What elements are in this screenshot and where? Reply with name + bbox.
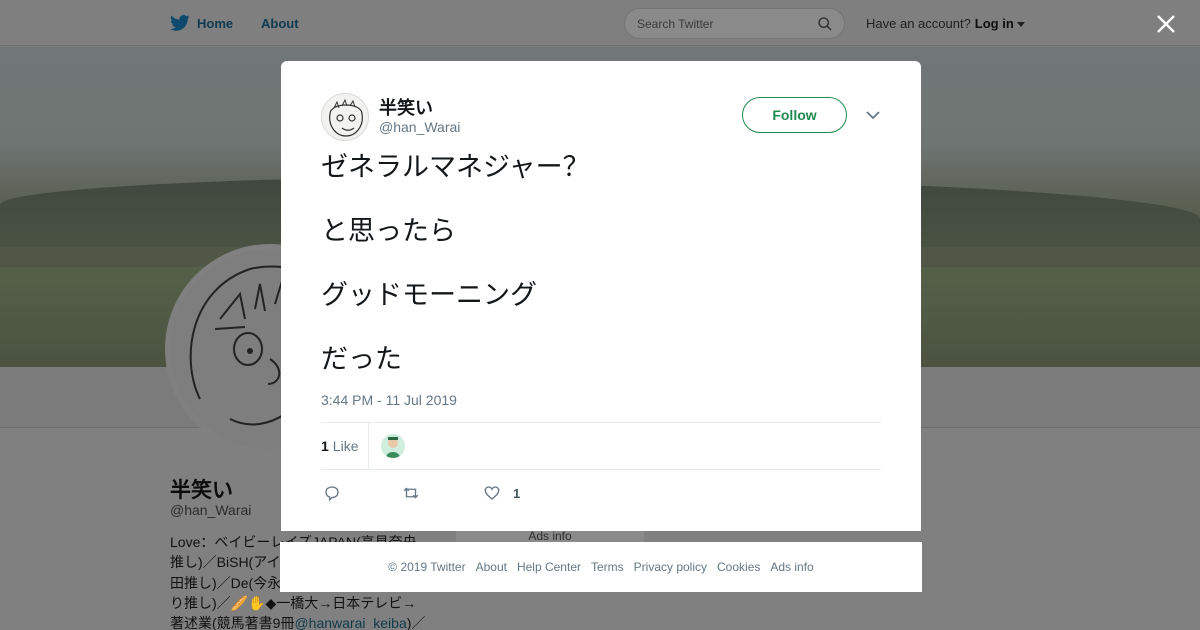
search-input[interactable]: Search Twitter xyxy=(624,8,845,39)
footer-about-link[interactable]: About xyxy=(476,560,507,574)
reply-icon xyxy=(325,486,339,502)
retweet-icon xyxy=(403,487,419,499)
author-handle[interactable]: @han_Warai xyxy=(379,119,460,135)
twitter-bird-icon xyxy=(170,14,190,31)
reply-button[interactable] xyxy=(323,481,341,505)
footer-terms-link[interactable]: Terms xyxy=(591,560,624,574)
follow-button[interactable]: Follow xyxy=(742,97,847,133)
liker-avatar-drawing xyxy=(381,434,405,458)
author-avatar-drawing xyxy=(329,98,363,137)
tweet-line: と思ったら xyxy=(321,216,456,246)
modal-footer: © 2019 Twitter About Help Center Terms P… xyxy=(280,542,922,592)
tweet-line: ゼネラルマネジャー？ xyxy=(321,152,590,182)
tweet-text: ゼネラルマネジャー？ と思ったら グッドモーニング だった xyxy=(321,151,881,375)
nav-about-link[interactable]: About xyxy=(261,0,299,46)
profile-handle[interactable]: @han_Warai xyxy=(170,502,251,518)
bio-line: 田推し)／De(今永 xyxy=(170,574,282,591)
top-navigation-bar: Home About Search Twitter Have an accoun… xyxy=(0,0,1200,46)
heart-icon xyxy=(484,486,500,500)
login-link[interactable]: Log in xyxy=(975,16,1014,31)
tweet-stats: 1 Like xyxy=(321,422,881,470)
like-button[interactable]: 1 xyxy=(483,481,520,505)
tweet-line: だった xyxy=(321,344,402,374)
close-icon[interactable] xyxy=(1154,12,1178,36)
account-prompt: Have an account? xyxy=(866,15,971,31)
author-name[interactable]: 半笑い xyxy=(379,94,433,120)
likes-count[interactable]: 1 Like xyxy=(321,423,369,469)
likes-label: Like xyxy=(332,438,359,454)
likes-number: 1 xyxy=(321,438,329,454)
chevron-down-icon[interactable] xyxy=(1016,21,1025,27)
search-placeholder: Search Twitter xyxy=(637,16,714,31)
bio-line: 推し)／BiSH(アイ xyxy=(170,554,281,571)
tweet-line: グッドモーニング xyxy=(321,280,537,310)
search-icon[interactable] xyxy=(817,16,833,32)
account-area: Have an account? Log in xyxy=(866,0,1025,46)
nav-home-label: Home xyxy=(197,15,234,31)
like-action-count: 1 xyxy=(513,485,521,501)
author-avatar[interactable] xyxy=(321,93,369,141)
liker-avatar[interactable] xyxy=(381,434,405,458)
footer-cookies-link[interactable]: Cookies xyxy=(717,560,760,574)
bio-mention-link[interactable]: @hanwarai_keiba xyxy=(294,615,406,630)
footer-copyright: © 2019 Twitter xyxy=(388,560,466,574)
bio-line: り推し)／🥖✋◆一橋大→日本テレビ→ xyxy=(170,594,417,611)
bio-tail: )／ xyxy=(406,615,426,630)
footer-ads-link[interactable]: Ads info xyxy=(770,560,813,574)
tweet-timestamp[interactable]: 3:44 PM - 11 Jul 2019 xyxy=(321,392,457,408)
nav-home-link[interactable]: Home xyxy=(170,0,233,46)
bio-line: 著述業(競馬著書9冊 xyxy=(170,615,295,630)
footer-help-link[interactable]: Help Center xyxy=(517,560,581,574)
tweet-modal: 半笑い @han_Warai Follow ゼネラルマネジャー？ と思ったら グ… xyxy=(281,61,921,531)
retweet-button[interactable] xyxy=(402,481,420,505)
tweet-actions: 1 xyxy=(321,481,881,505)
footer-privacy-link[interactable]: Privacy policy xyxy=(634,560,707,574)
chevron-down-icon[interactable] xyxy=(865,109,881,121)
profile-name: 半笑い xyxy=(170,479,233,502)
